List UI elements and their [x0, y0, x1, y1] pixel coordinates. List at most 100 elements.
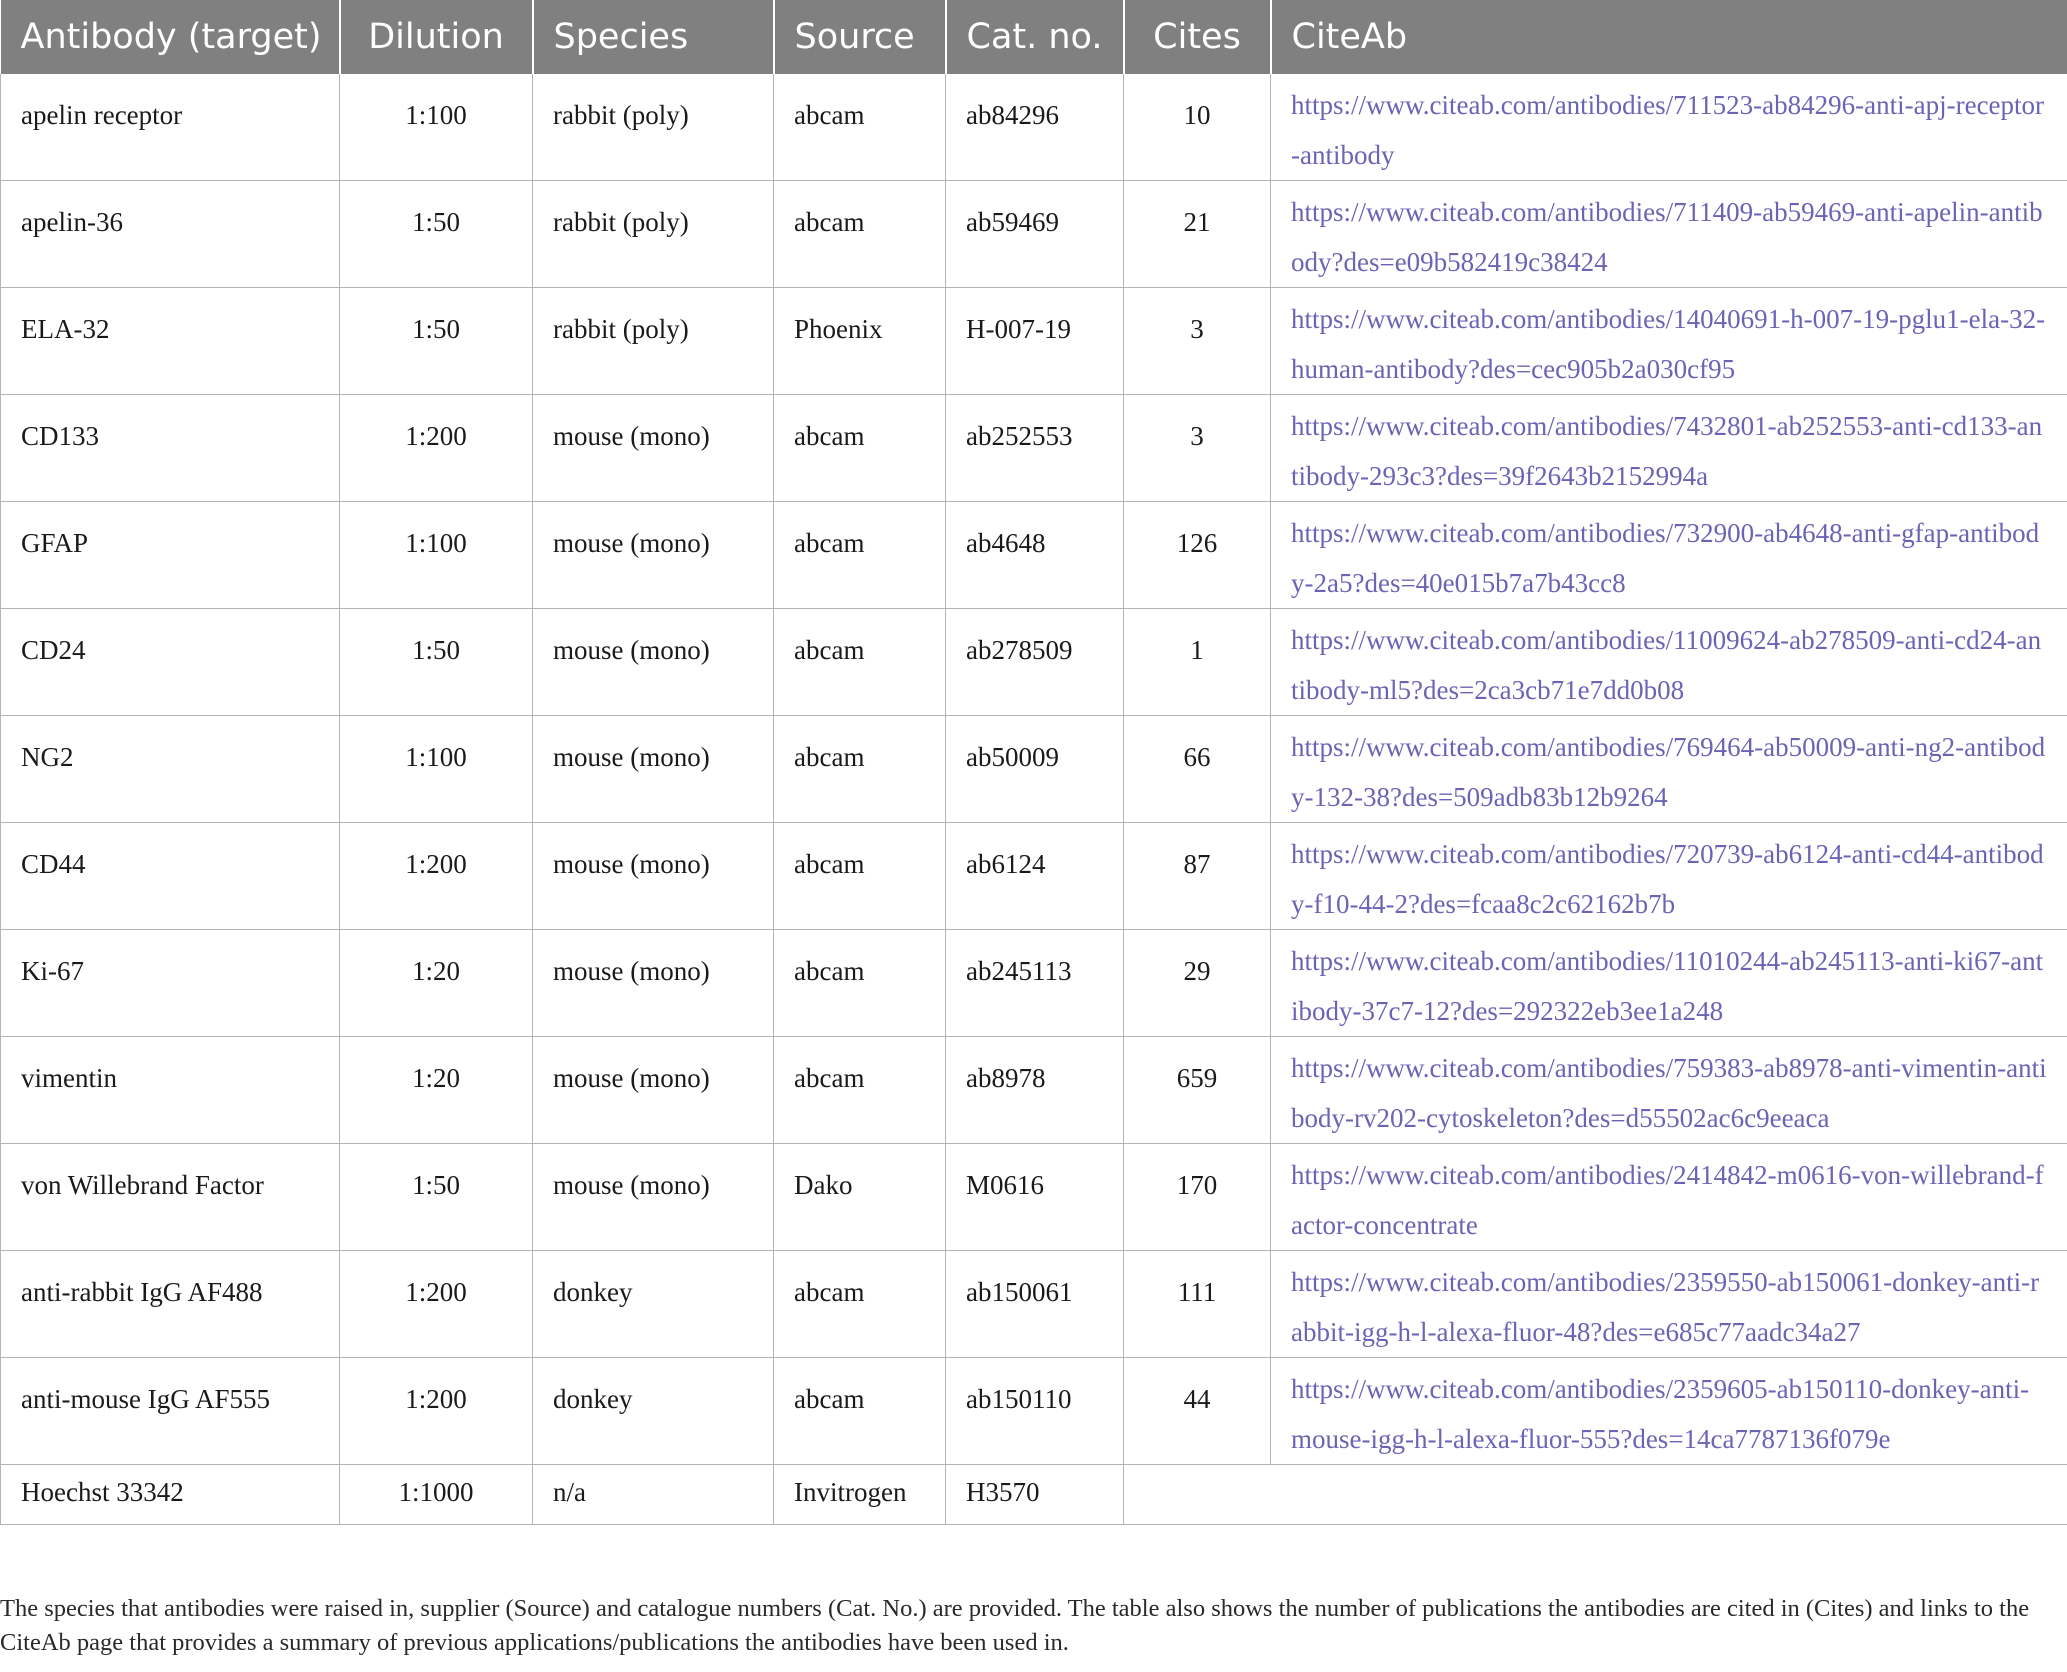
cell-species: mouse (mono) [532, 715, 774, 823]
cell-dilution: 1:200 [339, 1357, 533, 1465]
cell-cites: 87 [1123, 822, 1271, 930]
citeab-link[interactable]: https://www.citeab.com/antibodies/110102… [1270, 929, 2067, 1037]
antibody-table: Antibody (target) Dilution Species Sourc… [0, 0, 2067, 1525]
cell-source: abcam [773, 1036, 946, 1144]
cell-cites: 44 [1123, 1357, 1271, 1465]
cell-target: apelin receptor [0, 74, 340, 181]
cell-source: Dako [773, 1143, 946, 1251]
cell-species: mouse (mono) [532, 929, 774, 1037]
cell-cat-no: H3570 [945, 1464, 1124, 1525]
cell-dilution: 1:200 [339, 394, 533, 502]
cell-dilution: 1:20 [339, 929, 533, 1037]
cell-cat-no: H-007-19 [945, 287, 1124, 395]
cell-cites: 21 [1123, 180, 1271, 288]
cell-cat-no: ab252553 [945, 394, 1124, 502]
cell-dilution: 1:50 [339, 287, 533, 395]
cell-source: abcam [773, 608, 946, 716]
cell-cites: 10 [1123, 74, 1271, 181]
citeab-link[interactable]: https://www.citeab.com/antibodies/743280… [1270, 394, 2067, 502]
table-header-row: Antibody (target) Dilution Species Sourc… [0, 0, 2067, 74]
cell-dilution: 1:20 [339, 1036, 533, 1144]
cell-species: donkey [532, 1250, 774, 1358]
cell-species: rabbit (poly) [532, 287, 774, 395]
cell-cites: 111 [1123, 1250, 1271, 1358]
cell-source: abcam [773, 1250, 946, 1358]
cell-target: CD44 [0, 822, 340, 930]
cell-source: Phoenix [773, 287, 946, 395]
citeab-link[interactable]: https://www.citeab.com/antibodies/720739… [1270, 822, 2067, 930]
cell-source: abcam [773, 394, 946, 502]
cell-cites: 3 [1123, 287, 1271, 395]
cell-dilution: 1:50 [339, 608, 533, 716]
cell-target: anti-rabbit IgG AF488 [0, 1250, 340, 1358]
citeab-link[interactable]: https://www.citeab.com/antibodies/711409… [1270, 180, 2067, 288]
cell-dilution: 1:50 [339, 180, 533, 288]
citeab-link[interactable]: https://www.citeab.com/antibodies/732900… [1270, 501, 2067, 609]
citeab-link[interactable]: https://www.citeab.com/antibodies/769464… [1270, 715, 2067, 823]
table-row: anti-mouse IgG AF555 1:200 donkey abcam … [0, 1357, 2067, 1465]
citeab-link[interactable]: https://www.citeab.com/antibodies/235960… [1270, 1357, 2067, 1465]
cell-species: mouse (mono) [532, 501, 774, 609]
cell-source: abcam [773, 822, 946, 930]
cell-species: rabbit (poly) [532, 180, 774, 288]
cell-cites: 66 [1123, 715, 1271, 823]
table-caption: The species that antibodies were raised … [0, 1595, 2030, 1656]
table-row: anti-rabbit IgG AF488 1:200 donkey abcam… [0, 1250, 2067, 1358]
table-row: ELA-32 1:50 rabbit (poly) Phoenix H-007-… [0, 287, 2067, 395]
cell-cites: 29 [1123, 929, 1271, 1037]
cell-target: Ki-67 [0, 929, 340, 1037]
header-citeab: CiteAb [1270, 0, 2067, 74]
cell-cat-no: ab245113 [945, 929, 1124, 1037]
citeab-link[interactable]: https://www.citeab.com/antibodies/140406… [1270, 287, 2067, 395]
cell-empty [1123, 1464, 2067, 1525]
table-row: NG2 1:100 mouse (mono) abcam ab50009 66 … [0, 715, 2067, 823]
cell-cat-no: ab6124 [945, 822, 1124, 930]
cell-dilution: 1:50 [339, 1143, 533, 1251]
cell-source: Invitrogen [773, 1464, 946, 1525]
header-cat-no: Cat. no. [945, 0, 1125, 74]
cell-cites: 1 [1123, 608, 1271, 716]
cell-cat-no: M0616 [945, 1143, 1124, 1251]
cell-cat-no: ab84296 [945, 74, 1124, 181]
header-species: Species [532, 0, 775, 74]
cell-target: Hoechst 33342 [0, 1464, 340, 1525]
cell-target: CD24 [0, 608, 340, 716]
table-row: CD133 1:200 mouse (mono) abcam ab252553 … [0, 394, 2067, 502]
table-row: CD44 1:200 mouse (mono) abcam ab6124 87 … [0, 822, 2067, 930]
citeab-link[interactable]: https://www.citeab.com/antibodies/110096… [1270, 608, 2067, 716]
cell-cat-no: ab59469 [945, 180, 1124, 288]
cell-species: mouse (mono) [532, 1036, 774, 1144]
cell-dilution: 1:200 [339, 822, 533, 930]
table-row: apelin-36 1:50 rabbit (poly) abcam ab594… [0, 180, 2067, 288]
table-row: apelin receptor 1:100 rabbit (poly) abca… [0, 74, 2067, 181]
header-source: Source [773, 0, 947, 74]
citeab-link[interactable]: https://www.citeab.com/antibodies/711523… [1270, 74, 2067, 181]
table-row: Ki-67 1:20 mouse (mono) abcam ab245113 2… [0, 929, 2067, 1037]
cell-source: abcam [773, 180, 946, 288]
cell-target: NG2 [0, 715, 340, 823]
table-row: von Willebrand Factor 1:50 mouse (mono) … [0, 1143, 2067, 1251]
citeab-link[interactable]: https://www.citeab.com/antibodies/759383… [1270, 1036, 2067, 1144]
table-row: Hoechst 33342 1:1000 n/a Invitrogen H357… [0, 1464, 2067, 1525]
cell-target: GFAP [0, 501, 340, 609]
table-row: GFAP 1:100 mouse (mono) abcam ab4648 126… [0, 501, 2067, 609]
cell-species: donkey [532, 1357, 774, 1465]
cell-cites: 659 [1123, 1036, 1271, 1144]
cell-target: vimentin [0, 1036, 340, 1144]
cell-species: mouse (mono) [532, 394, 774, 502]
cell-target: von Willebrand Factor [0, 1143, 340, 1251]
header-dilution: Dilution [339, 0, 534, 74]
cell-target: ELA-32 [0, 287, 340, 395]
cell-cat-no: ab150061 [945, 1250, 1124, 1358]
cell-cat-no: ab278509 [945, 608, 1124, 716]
cell-target: apelin-36 [0, 180, 340, 288]
cell-source: abcam [773, 715, 946, 823]
cell-cat-no: ab50009 [945, 715, 1124, 823]
cell-cat-no: ab4648 [945, 501, 1124, 609]
citeab-link[interactable]: https://www.citeab.com/antibodies/235955… [1270, 1250, 2067, 1358]
cell-dilution: 1:100 [339, 715, 533, 823]
cell-source: abcam [773, 1357, 946, 1465]
cell-target: CD133 [0, 394, 340, 502]
citeab-link[interactable]: https://www.citeab.com/antibodies/241484… [1270, 1143, 2067, 1251]
cell-species: mouse (mono) [532, 822, 774, 930]
